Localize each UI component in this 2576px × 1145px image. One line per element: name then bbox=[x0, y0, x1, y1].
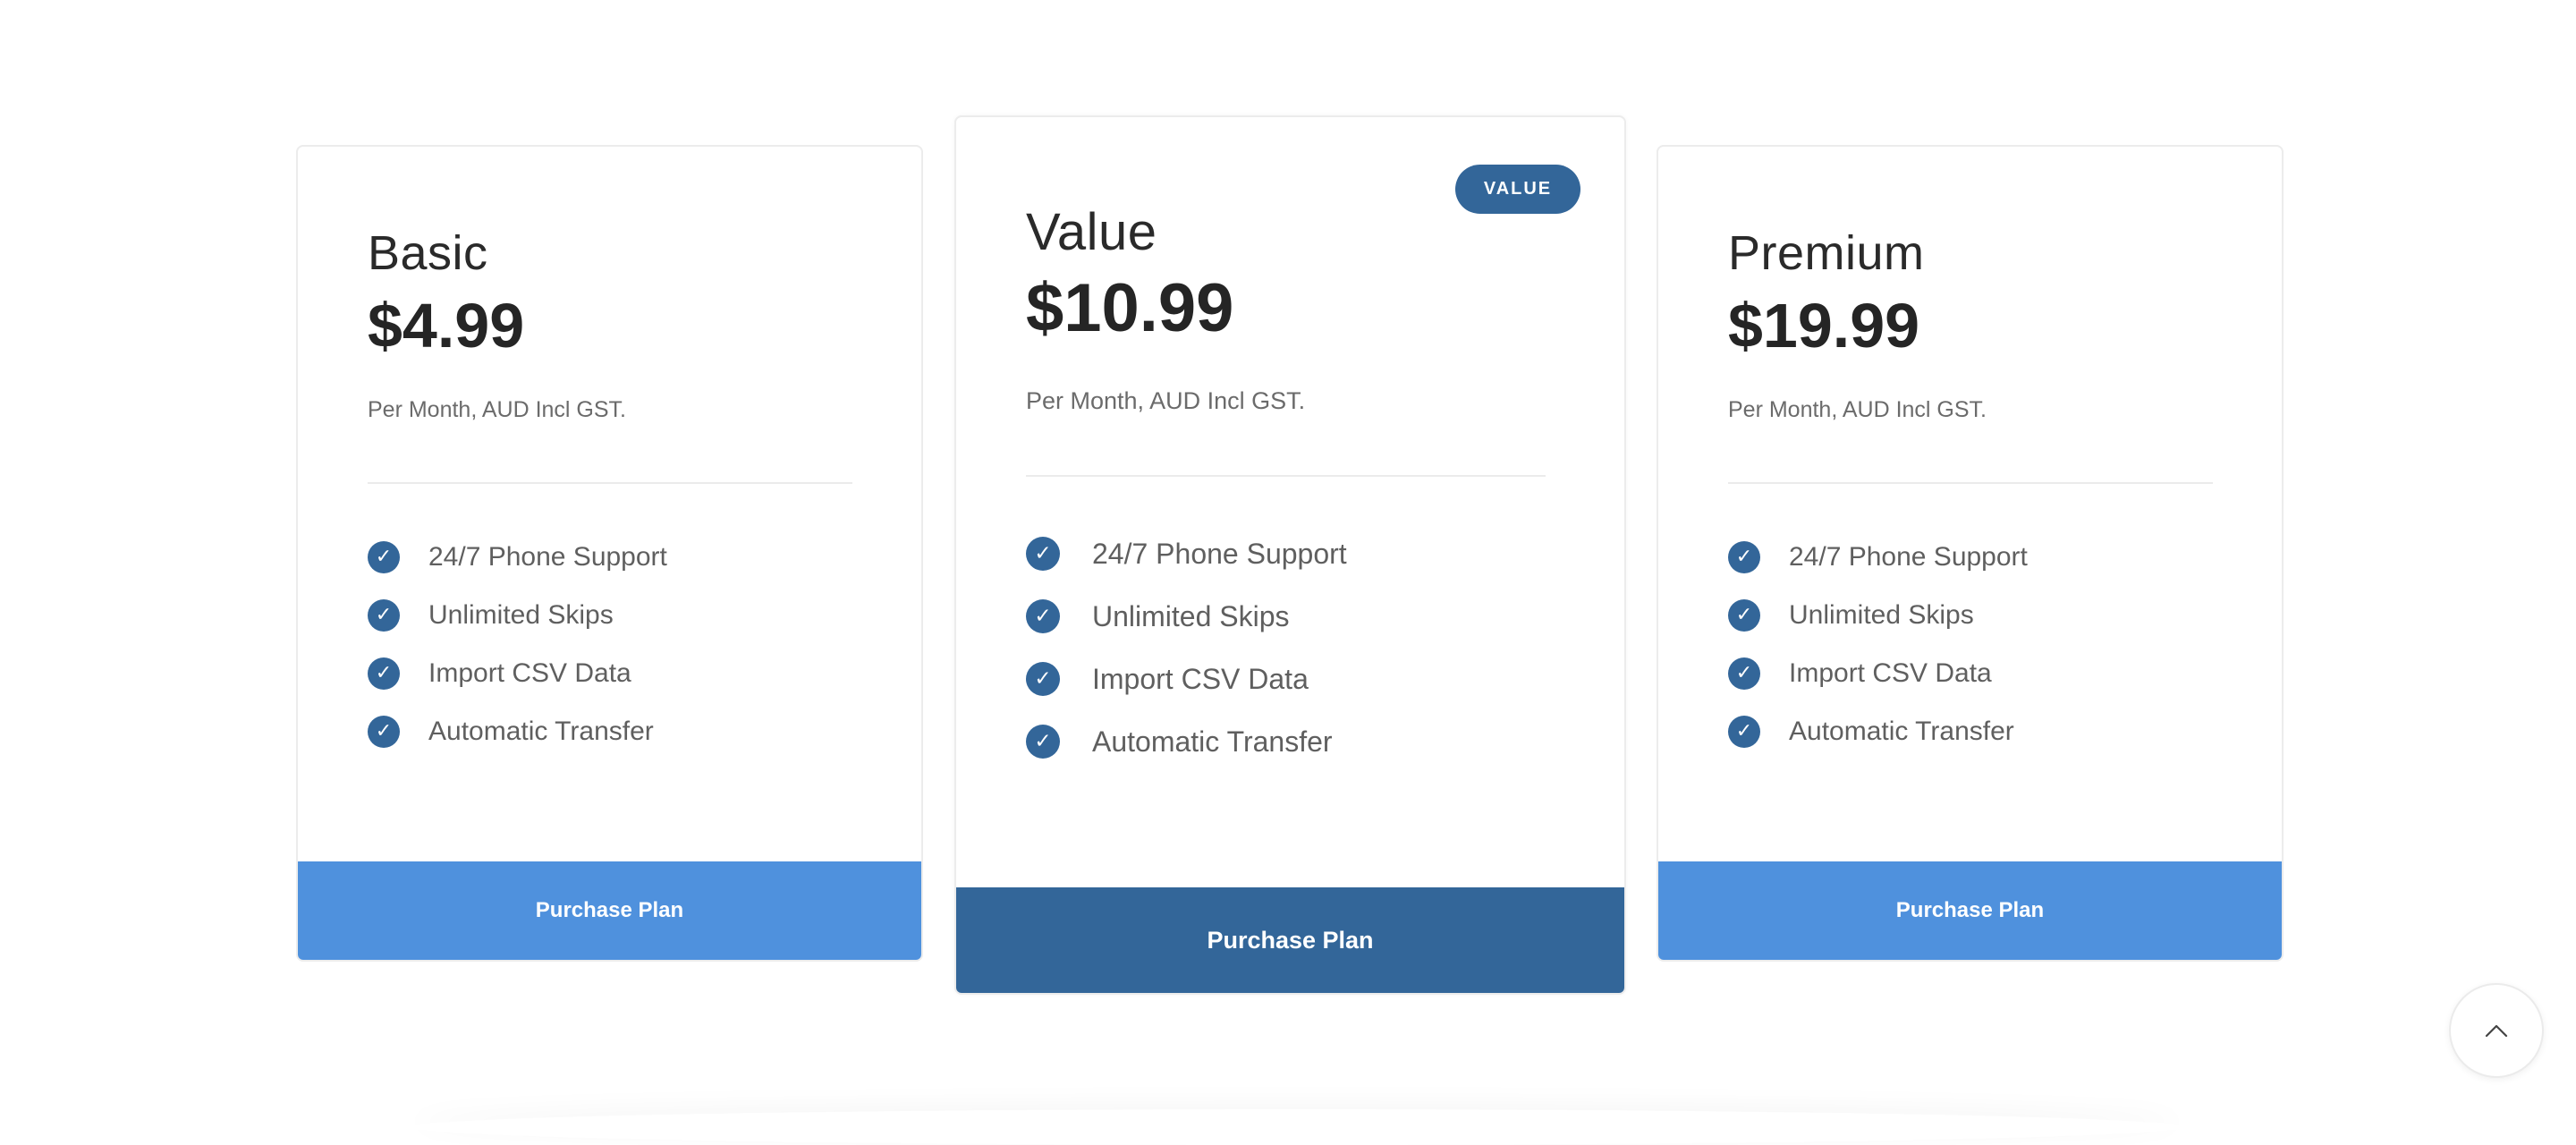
plan-price: $4.99 bbox=[368, 291, 525, 360]
feature-label: Import CSV Data bbox=[1092, 662, 1309, 695]
feature-item: ✓ 24/7 Phone Support bbox=[1026, 522, 1347, 585]
feature-item: ✓ Automatic Transfer bbox=[1026, 710, 1347, 773]
check-circle-icon: ✓ bbox=[1728, 715, 1760, 748]
purchase-plan-button[interactable]: Purchase Plan bbox=[956, 887, 1624, 993]
check-circle-icon: ✓ bbox=[1026, 537, 1060, 571]
check-circle-icon: ✓ bbox=[368, 657, 400, 690]
plan-card-basic: Basic $4.99 Per Month, AUD Incl GST. ✓ 2… bbox=[296, 145, 923, 962]
check-circle-icon: ✓ bbox=[1728, 657, 1760, 690]
feature-item: ✓ Import CSV Data bbox=[368, 644, 667, 702]
purchase-plan-button[interactable]: Purchase Plan bbox=[1658, 861, 2282, 960]
feature-item: ✓ Import CSV Data bbox=[1026, 648, 1347, 710]
feature-item: ✓ 24/7 Phone Support bbox=[368, 528, 667, 586]
feature-label: Automatic Transfer bbox=[1092, 725, 1333, 758]
scroll-to-top-button[interactable] bbox=[2449, 983, 2544, 1078]
feature-item: ✓ Unlimited Skips bbox=[1728, 586, 2028, 644]
feature-label: Import CSV Data bbox=[1789, 657, 1992, 688]
feature-label: 24/7 Phone Support bbox=[428, 541, 667, 572]
feature-label: Automatic Transfer bbox=[1789, 716, 2014, 746]
plan-price: $10.99 bbox=[1026, 270, 1234, 346]
feature-label: Unlimited Skips bbox=[428, 599, 614, 630]
feature-list: ✓ 24/7 Phone Support ✓ Unlimited Skips ✓… bbox=[1728, 528, 2028, 760]
feature-label: Import CSV Data bbox=[428, 657, 631, 688]
feature-label: Automatic Transfer bbox=[428, 716, 654, 746]
plan-period: Per Month, AUD Incl GST. bbox=[368, 397, 626, 422]
feature-item: ✓ Automatic Transfer bbox=[368, 702, 667, 760]
divider bbox=[1728, 482, 2213, 484]
feature-label: Unlimited Skips bbox=[1092, 599, 1290, 632]
value-badge: VALUE bbox=[1455, 165, 1580, 214]
check-circle-icon: ✓ bbox=[368, 715, 400, 748]
check-circle-icon: ✓ bbox=[1026, 725, 1060, 759]
check-circle-icon: ✓ bbox=[1728, 598, 1760, 632]
plan-price: $19.99 bbox=[1728, 291, 1920, 360]
feature-list: ✓ 24/7 Phone Support ✓ Unlimited Skips ✓… bbox=[368, 528, 667, 760]
feature-label: Unlimited Skips bbox=[1789, 599, 1974, 630]
feature-item: ✓ 24/7 Phone Support bbox=[1728, 528, 2028, 586]
plan-card-value: VALUE Value $10.99 Per Month, AUD Incl G… bbox=[954, 115, 1626, 995]
check-circle-icon: ✓ bbox=[1728, 540, 1760, 573]
feature-item: ✓ Unlimited Skips bbox=[1026, 585, 1347, 648]
plan-period: Per Month, AUD Incl GST. bbox=[1728, 397, 1987, 422]
check-circle-icon: ✓ bbox=[1026, 662, 1060, 696]
purchase-plan-button[interactable]: Purchase Plan bbox=[298, 861, 921, 960]
divider bbox=[368, 482, 852, 484]
check-circle-icon: ✓ bbox=[1026, 599, 1060, 633]
chevron-up-icon bbox=[2485, 1024, 2508, 1038]
feature-label: 24/7 Phone Support bbox=[1092, 537, 1347, 570]
feature-item: ✓ Unlimited Skips bbox=[368, 586, 667, 644]
check-circle-icon: ✓ bbox=[368, 540, 400, 573]
feature-item: ✓ Import CSV Data bbox=[1728, 644, 2028, 702]
plan-name: Premium bbox=[1728, 226, 1925, 280]
check-circle-icon: ✓ bbox=[368, 598, 400, 632]
section-bottom-shadow bbox=[411, 1109, 2182, 1145]
divider bbox=[1026, 475, 1546, 477]
feature-item: ✓ Automatic Transfer bbox=[1728, 702, 2028, 760]
feature-list: ✓ 24/7 Phone Support ✓ Unlimited Skips ✓… bbox=[1026, 522, 1347, 773]
plan-card-premium: Premium $19.99 Per Month, AUD Incl GST. … bbox=[1657, 145, 2284, 962]
plan-period: Per Month, AUD Incl GST. bbox=[1026, 387, 1306, 414]
feature-label: 24/7 Phone Support bbox=[1789, 541, 2028, 572]
plan-name: Value bbox=[1026, 203, 1157, 261]
plan-name: Basic bbox=[368, 226, 488, 280]
